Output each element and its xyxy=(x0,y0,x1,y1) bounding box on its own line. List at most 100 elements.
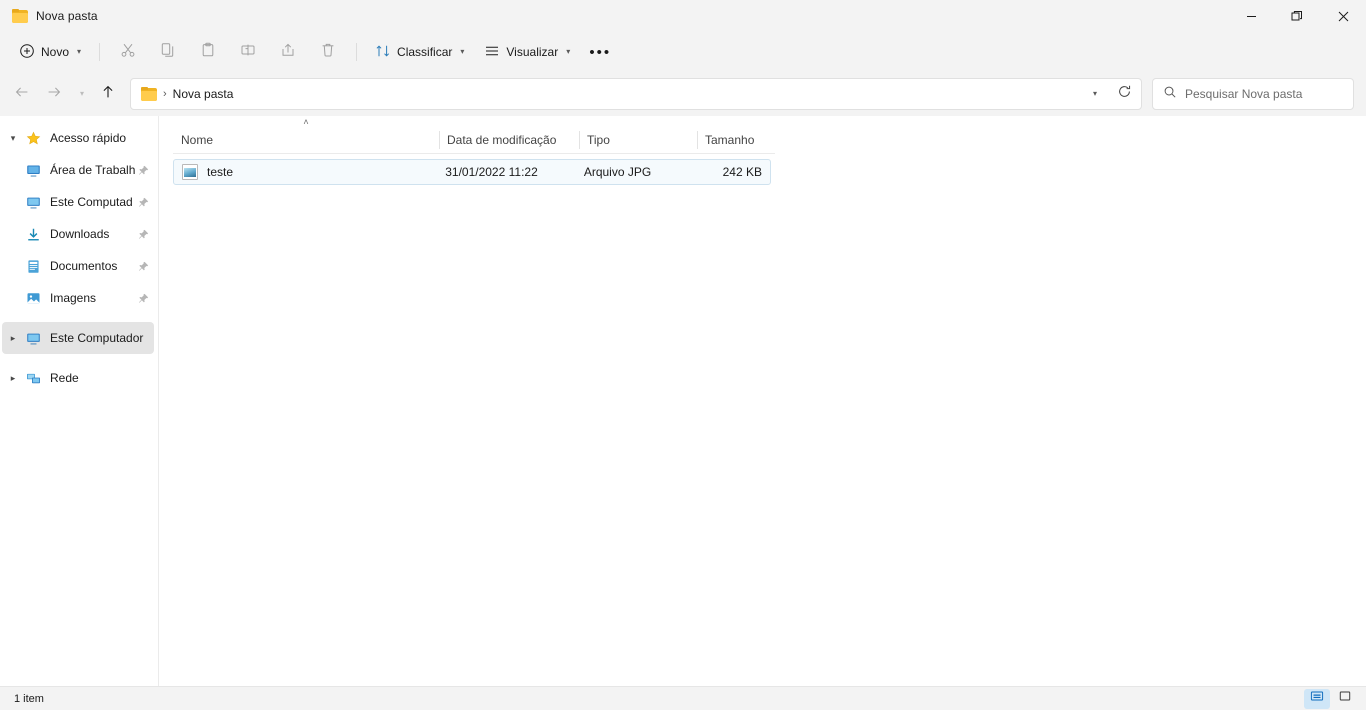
chevron-down-icon: ▾ xyxy=(460,47,465,56)
copy-icon xyxy=(160,42,176,63)
recent-locations-button[interactable]: ▾ xyxy=(70,78,92,110)
item-count-label: 1 item xyxy=(14,692,44,705)
forward-button[interactable] xyxy=(38,78,70,110)
pin-icon xyxy=(136,293,150,304)
new-button[interactable]: Novo ▾ xyxy=(10,37,90,67)
rename-button[interactable] xyxy=(229,37,267,67)
chevron-down-icon: ▾ xyxy=(1092,89,1097,98)
column-header-nome[interactable]: ˄ Nome xyxy=(173,117,439,154)
download-icon xyxy=(24,227,42,242)
clipboard-icon xyxy=(200,42,216,63)
share-icon xyxy=(280,42,296,63)
folder-icon xyxy=(141,87,157,101)
large-icons-view-button[interactable] xyxy=(1332,689,1358,709)
pin-icon xyxy=(136,229,150,240)
content-pane: ˄ Nome Data de modificação Tipo Tamanho xyxy=(159,116,1366,686)
sidebar-item-label: Rede xyxy=(50,371,79,385)
file-explorer-window: Nova pasta Novo ▾ Classificar ▾ Visualiz… xyxy=(0,0,1366,710)
file-modified-cell: 31/01/2022 11:22 xyxy=(445,165,538,179)
rename-icon xyxy=(240,42,256,63)
document-icon xyxy=(24,259,42,274)
sidebar-item-label: Área de Trabalh xyxy=(50,163,136,177)
search-input[interactable] xyxy=(1185,87,1343,101)
sort-button[interactable]: Classificar ▾ xyxy=(366,37,473,67)
sidebar-item-label: Downloads xyxy=(50,227,110,241)
cut-button[interactable] xyxy=(109,37,147,67)
sidebar-item-este-computador[interactable]: ▸ Este Computador xyxy=(2,322,154,354)
column-header-label: Tipo xyxy=(587,132,610,147)
sort-arrows-icon xyxy=(375,43,391,62)
address-bar[interactable]: › Nova pasta ▾ xyxy=(130,78,1142,110)
picture-icon xyxy=(24,291,42,306)
address-bar-right: ▾ xyxy=(1079,80,1139,108)
view-toggle-group xyxy=(1304,688,1358,709)
file-name: teste xyxy=(207,165,234,179)
back-button[interactable] xyxy=(6,78,38,110)
toolbar-divider xyxy=(99,43,101,61)
refresh-button[interactable] xyxy=(1109,80,1139,108)
sidebar-item-label: Documentos xyxy=(50,259,118,273)
pin-icon xyxy=(136,165,150,176)
sidebar-item-area-de-trabalho[interactable]: Área de Trabalh xyxy=(2,154,154,186)
copy-button[interactable] xyxy=(149,37,187,67)
column-header-tamanho[interactable]: Tamanho xyxy=(697,126,775,154)
desktop-icon xyxy=(24,163,42,178)
minimize-icon[interactable] xyxy=(1228,0,1274,32)
sidebar-item-este-computador-pinned[interactable]: Este Computad xyxy=(2,186,154,218)
column-header-data-de-modificacao[interactable]: Data de modificação xyxy=(439,126,579,154)
title-bar-left: Nova pasta xyxy=(0,9,98,23)
up-button[interactable] xyxy=(92,78,124,110)
window-title: Nova pasta xyxy=(36,9,98,23)
chevron-down-icon: ▾ xyxy=(79,89,84,98)
sidebar-item-downloads[interactable]: Downloads xyxy=(2,218,154,250)
list-lines-icon xyxy=(484,43,500,62)
share-button[interactable] xyxy=(269,37,307,67)
window-controls xyxy=(1228,0,1366,32)
chevron-down-icon[interactable]: ▾ xyxy=(2,122,24,154)
refresh-icon xyxy=(1117,84,1132,104)
breadcrumb-folder[interactable]: › Nova pasta xyxy=(139,81,239,107)
file-type-cell: Arquivo JPG xyxy=(583,165,652,179)
breadcrumb-current: Nova pasta xyxy=(172,87,234,101)
chevron-right-icon[interactable]: ▸ xyxy=(2,322,24,354)
monitor-icon xyxy=(24,331,42,346)
network-icon xyxy=(24,371,42,386)
address-bar-row: ▾ › Nova pasta ▾ xyxy=(0,72,1366,116)
search-box[interactable] xyxy=(1152,78,1354,110)
sidebar-item-documentos[interactable]: Documentos xyxy=(2,250,154,282)
search-icon xyxy=(1163,85,1177,104)
new-button-label: Novo xyxy=(41,45,70,59)
close-icon[interactable] xyxy=(1320,0,1366,32)
table-row[interactable]: teste 31/01/2022 11:22 Arquivo JPG 242 K… xyxy=(173,159,771,185)
view-button[interactable]: Visualizar ▾ xyxy=(475,37,579,67)
chevron-right-icon[interactable]: ▸ xyxy=(2,362,24,394)
sidebar-item-acesso-rapido[interactable]: ▾ Acesso rápido xyxy=(2,122,154,154)
folder-icon xyxy=(12,9,28,23)
paste-button[interactable] xyxy=(189,37,227,67)
sidebar-item-imagens[interactable]: Imagens xyxy=(2,282,154,314)
scissors-icon xyxy=(120,42,136,63)
view-button-label: Visualizar xyxy=(506,45,559,59)
arrow-left-icon xyxy=(14,84,30,105)
file-list: ˄ Nome Data de modificação Tipo Tamanho xyxy=(159,116,1366,686)
plus-circle-icon xyxy=(19,43,35,62)
sidebar-item-label: Este Computad xyxy=(50,195,133,209)
delete-button[interactable] xyxy=(309,37,347,67)
sidebar-item-rede[interactable]: ▸ Rede xyxy=(2,362,154,394)
chevron-down-icon: ▾ xyxy=(77,47,82,56)
column-header-label: Tamanho xyxy=(705,132,755,147)
large-icons-view-icon xyxy=(1338,689,1352,708)
column-header-label: Data de modificação xyxy=(447,132,557,147)
more-options-button[interactable]: ••• xyxy=(581,37,619,67)
column-header-tipo[interactable]: Tipo xyxy=(579,126,697,154)
monitor-icon xyxy=(24,195,42,210)
ellipsis-icon: ••• xyxy=(589,43,612,61)
arrow-up-icon xyxy=(100,84,116,105)
sidebar-item-label: Este Computador xyxy=(50,331,144,345)
address-dropdown-button[interactable]: ▾ xyxy=(1079,80,1109,108)
sidebar-item-label: Imagens xyxy=(50,291,97,305)
restore-icon[interactable] xyxy=(1274,0,1320,32)
trash-icon xyxy=(320,42,336,63)
details-view-button[interactable] xyxy=(1304,688,1330,709)
explorer-body: ▾ Acesso rápido Área de Trabalh Este Com… xyxy=(0,116,1366,686)
